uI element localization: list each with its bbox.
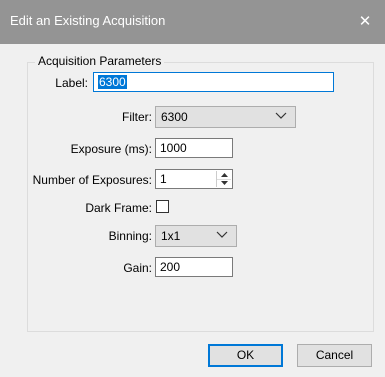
label-field-label: Label: bbox=[55, 76, 88, 90]
chevron-down-icon bbox=[216, 231, 228, 238]
filter-select[interactable]: 6300 bbox=[155, 106, 296, 128]
binning-select-value: 1x1 bbox=[161, 229, 181, 243]
gain-label: Gain: bbox=[123, 261, 152, 275]
label-input[interactable]: 6300 bbox=[93, 72, 334, 92]
number-of-exposures-stepper[interactable]: 1 bbox=[155, 169, 233, 189]
spin-buttons bbox=[216, 171, 231, 187]
spin-down-icon[interactable] bbox=[217, 179, 231, 187]
chevron-down-icon bbox=[275, 112, 287, 119]
label-input-value: 6300 bbox=[98, 75, 127, 89]
title-bar[interactable]: Edit an Existing Acquisition ✕ bbox=[0, 0, 385, 44]
exposure-input[interactable]: 1000 bbox=[155, 138, 233, 158]
dialog-title: Edit an Existing Acquisition bbox=[10, 13, 166, 28]
number-of-exposures-label: Number of Exposures: bbox=[32, 173, 152, 187]
dialog-body: Acquisition Parameters Label: 6300 Filte… bbox=[0, 44, 385, 377]
acquisition-parameters-group bbox=[27, 62, 374, 332]
dialog-window: Edit an Existing Acquisition ✕ Acquisiti… bbox=[0, 0, 385, 377]
filter-label: Filter: bbox=[122, 110, 152, 124]
close-icon[interactable]: ✕ bbox=[351, 7, 379, 37]
ok-button[interactable]: OK bbox=[208, 344, 283, 367]
number-of-exposures-value: 1 bbox=[160, 172, 167, 186]
filter-select-value: 6300 bbox=[161, 110, 188, 124]
cancel-button[interactable]: Cancel bbox=[297, 344, 372, 367]
binning-select[interactable]: 1x1 bbox=[155, 225, 237, 247]
dark-frame-checkbox[interactable] bbox=[156, 200, 169, 213]
dark-frame-label: Dark Frame: bbox=[85, 201, 152, 215]
exposure-label: Exposure (ms): bbox=[70, 142, 152, 156]
gain-input[interactable]: 200 bbox=[155, 257, 233, 277]
binning-label: Binning: bbox=[108, 229, 152, 243]
group-title: Acquisition Parameters bbox=[35, 54, 165, 68]
